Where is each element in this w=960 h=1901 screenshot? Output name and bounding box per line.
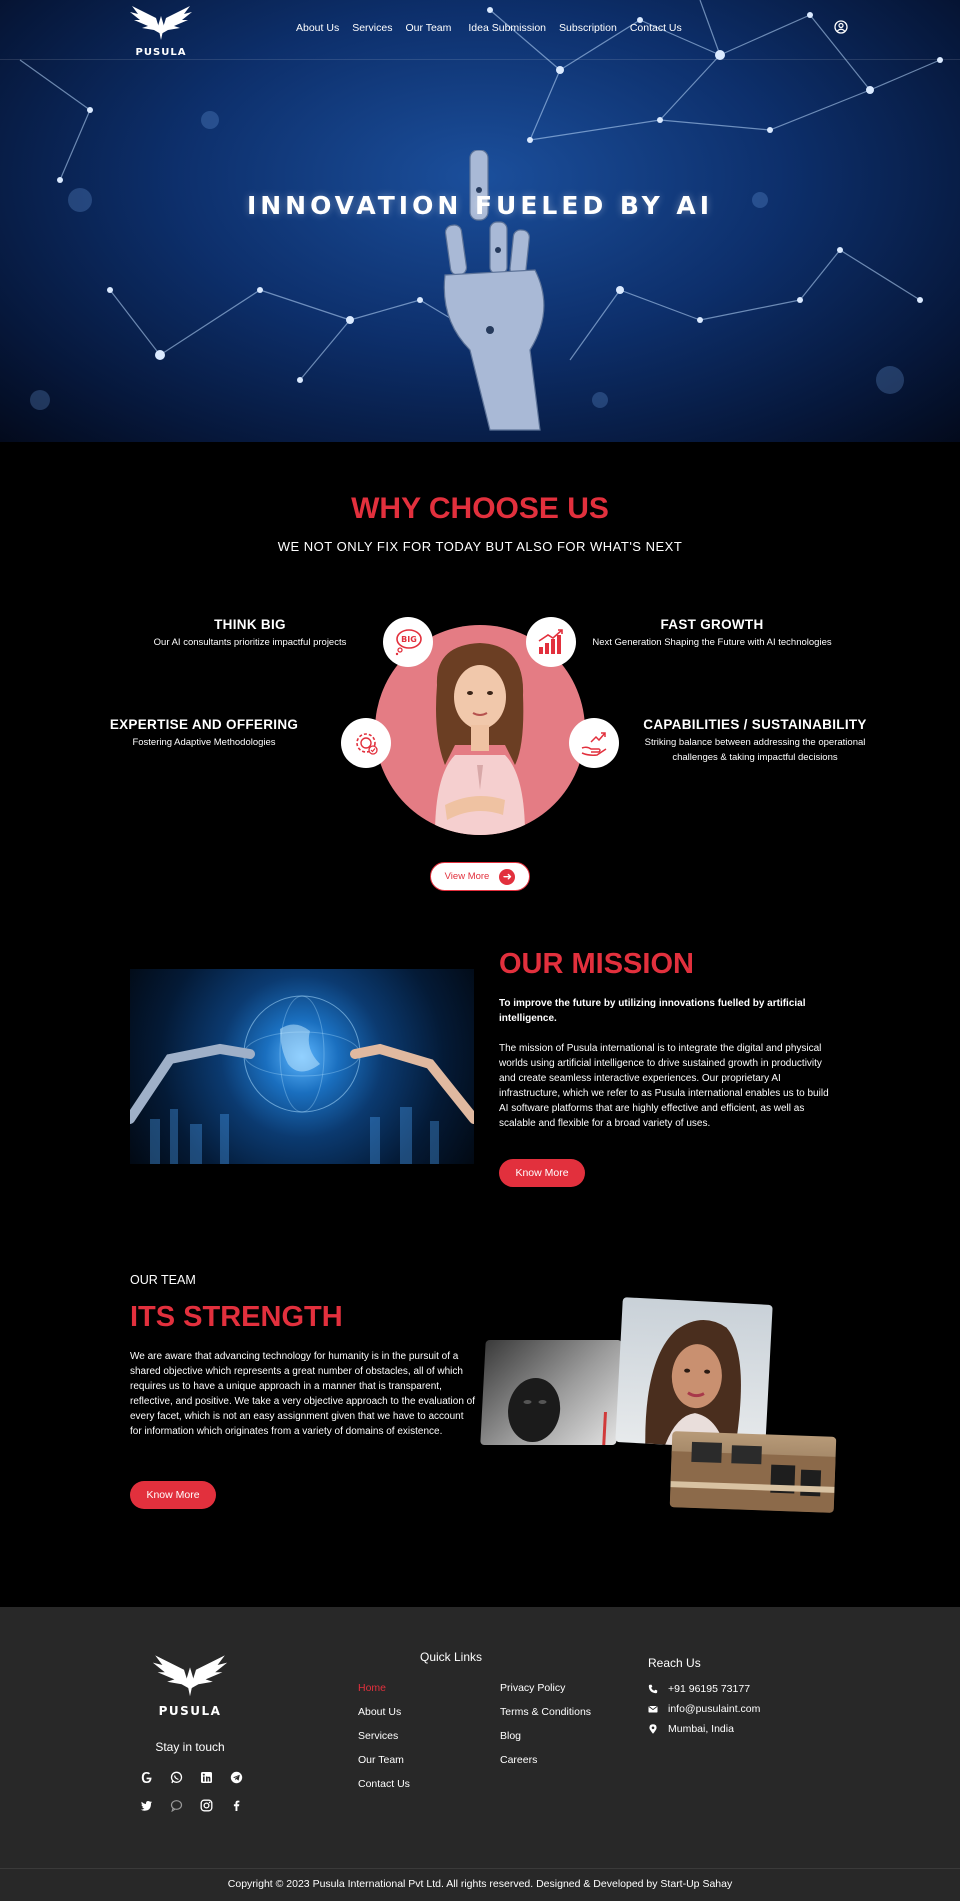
team-know-more-button[interactable]: Know More: [130, 1481, 216, 1509]
nav-links: About Us Services Our Team Idea Submissi…: [296, 22, 682, 34]
twitter-icon[interactable]: [139, 1798, 153, 1812]
wings-logo-icon: [130, 6, 192, 40]
feature-fast-growth-title: FAST GROWTH: [660, 617, 764, 632]
arrow-right-icon: ➜: [499, 868, 516, 885]
envelope-icon: [648, 1704, 658, 1714]
team-body: We are aware that advancing technology f…: [130, 1351, 476, 1437]
footer-wings-logo-icon: [152, 1655, 228, 1697]
linkedin-icon[interactable]: [199, 1770, 213, 1784]
view-more-label: View More: [444, 871, 490, 882]
mission-lead: To improve the future by utilizing innov…: [499, 998, 806, 1024]
contact-email-text: info@pusulaint.com: [668, 1703, 761, 1715]
expertise-gear-icon: [341, 718, 391, 768]
reach-us-title: Reach Us: [648, 1656, 701, 1670]
hero-section: PUSULA About Us Services Our Team Idea S…: [0, 0, 960, 442]
chat-icon[interactable]: [169, 1798, 183, 1812]
mission-know-more-label: Know More: [515, 1167, 569, 1179]
quick-links-title: Quick Links: [420, 1650, 483, 1664]
user-account-icon[interactable]: [834, 20, 848, 34]
think-big-icon: BIG: [383, 617, 433, 667]
nav-link-services[interactable]: Services: [352, 22, 392, 34]
footer-brand-logo[interactable]: PUSULA: [150, 1653, 230, 1718]
view-more-button[interactable]: View More ➜: [430, 862, 530, 891]
google-icon[interactable]: [139, 1770, 153, 1784]
mission-body: The mission of Pusula international is t…: [499, 1043, 829, 1129]
nav-link-about-us[interactable]: About Us: [296, 22, 339, 34]
contact-location-text: Mumbai, India: [668, 1723, 734, 1735]
footer-link-privacy-policy[interactable]: Privacy Policy: [500, 1682, 565, 1694]
nav-link-contact-us[interactable]: Contact Us: [630, 22, 682, 34]
footer-link-services[interactable]: Services: [358, 1730, 398, 1742]
feature-fast-growth-desc: Next Generation Shaping the Future with …: [592, 637, 832, 648]
team-title: ITS STRENGTH: [130, 1301, 343, 1333]
footer-link-home[interactable]: Home: [358, 1682, 386, 1694]
phone-icon: [648, 1684, 658, 1694]
footer-link-about-us[interactable]: About Us: [358, 1706, 401, 1718]
whatsapp-icon[interactable]: [169, 1770, 183, 1784]
contact-email[interactable]: info@pusulaint.com: [648, 1703, 760, 1715]
team-photo-office: [669, 1431, 837, 1513]
contact-phone-text: +91 96195 73177: [668, 1683, 751, 1695]
stay-in-touch-label: Stay in touch: [155, 1740, 225, 1754]
nav-link-subscription[interactable]: Subscription: [559, 22, 617, 34]
brand-name: PUSULA: [135, 47, 187, 58]
top-nav: PUSULA About Us Services Our Team Idea S…: [0, 0, 960, 60]
growth-chart-icon: [526, 617, 576, 667]
mission-title: OUR MISSION: [499, 948, 694, 980]
page: PUSULA About Us Services Our Team Idea S…: [0, 0, 960, 1901]
think-big-badge-text: BIG: [401, 635, 417, 644]
footer-divider: [0, 1868, 960, 1869]
brand-logo[interactable]: PUSULA: [128, 4, 194, 58]
footer-link-careers[interactable]: Careers: [500, 1754, 537, 1766]
why-choose-us-title: WHY CHOOSE US: [351, 492, 609, 525]
why-choose-us-subtitle: WE NOT ONLY FIX FOR TODAY BUT ALSO FOR W…: [277, 539, 683, 554]
footer-link-contact-us[interactable]: Contact Us: [358, 1778, 410, 1790]
hero-title: INNOVATION FUELED BY AI: [246, 191, 714, 220]
footer-link-blog[interactable]: Blog: [500, 1730, 521, 1742]
location-pin-icon: [648, 1724, 658, 1734]
team-photo-portrait: [615, 1297, 773, 1450]
feature-think-big-title: THINK BIG: [214, 617, 286, 632]
feature-think-big-desc: Our AI consultants prioritize impactful …: [153, 637, 347, 648]
feature-expertise-title: EXPERTISE AND OFFERING: [109, 717, 299, 732]
nav-link-our-team[interactable]: Our Team: [405, 22, 451, 34]
feature-expertise-desc: Fostering Adaptive Methodologies: [132, 737, 276, 748]
feature-capabilities-desc: Striking balance between addressing the …: [644, 737, 866, 763]
footer-link-terms[interactable]: Terms & Conditions: [500, 1706, 591, 1718]
instagram-icon[interactable]: [199, 1798, 213, 1812]
contact-phone[interactable]: +91 96195 73177: [648, 1683, 750, 1695]
mission-globe-image: [130, 969, 474, 1164]
nav-link-idea-submission[interactable]: Idea Submission: [468, 22, 546, 34]
hand-growth-icon: [569, 718, 619, 768]
copyright-text: Copyright © 2023 Pusula International Pv…: [227, 1878, 733, 1890]
facebook-icon[interactable]: [229, 1798, 243, 1812]
footer-link-our-team[interactable]: Our Team: [358, 1754, 404, 1766]
contact-location: Mumbai, India: [648, 1723, 734, 1735]
feature-capabilities-title: CAPABILITIES / SUSTAINABILITY: [643, 717, 867, 732]
mission-know-more-button[interactable]: Know More: [499, 1159, 585, 1187]
team-eyebrow: OUR TEAM: [130, 1273, 196, 1287]
telegram-icon[interactable]: [229, 1770, 243, 1784]
team-know-more-label: Know More: [146, 1489, 200, 1501]
footer-brand-name: PUSULA: [158, 1704, 222, 1718]
team-photo-mannequin: [480, 1340, 622, 1445]
